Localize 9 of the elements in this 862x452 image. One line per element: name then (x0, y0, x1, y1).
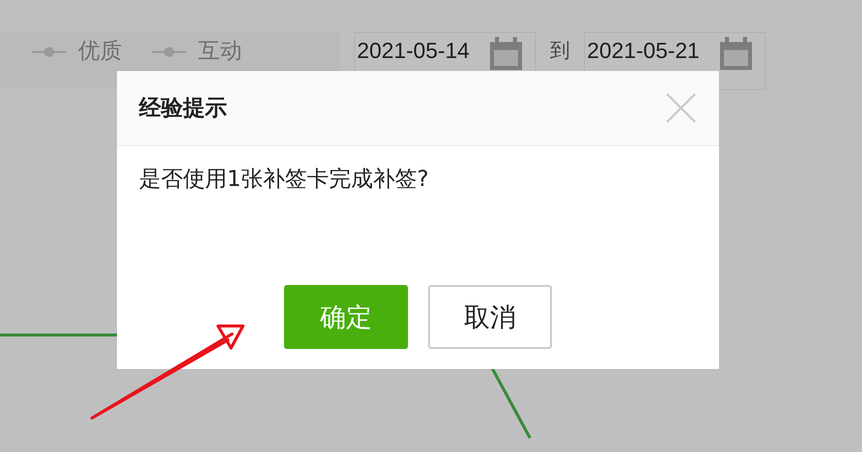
dialog-message: 是否使用1张补签卡完成补签? (138, 166, 430, 194)
cancel-button[interactable]: 取消 (428, 285, 552, 349)
calendar-icon[interactable] (719, 37, 753, 71)
close-button[interactable] (665, 92, 697, 124)
calendar-icon[interactable] (489, 37, 523, 71)
date-separator: 到 (550, 37, 570, 64)
line-marker-icon (152, 46, 186, 58)
line-marker-icon (32, 46, 66, 58)
dialog-title: 经验提示 (139, 95, 227, 123)
